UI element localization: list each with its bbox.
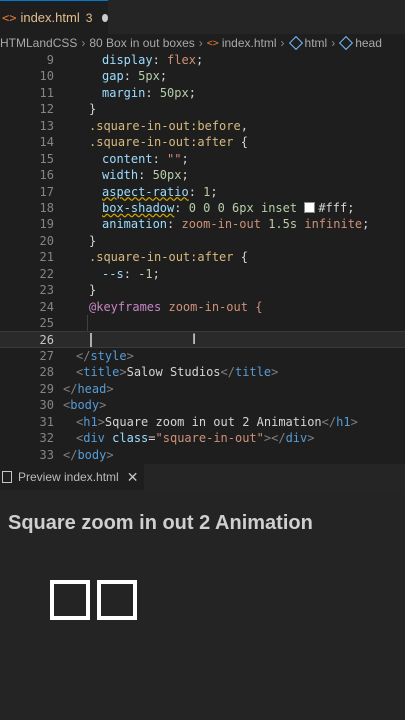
breadcrumb-folder[interactable]: HTMLandCSS (0, 36, 77, 50)
line-number: 31 (39, 414, 54, 429)
preview-pane: Square zoom in out 2 Animation (0, 490, 405, 720)
line-number: 9 (46, 53, 54, 67)
code-line: animation: zoom-in-out 1.5s infinite; (102, 217, 370, 232)
preview-tab-bar: Preview index.html ✕ (0, 464, 405, 490)
line-number: 16 (39, 168, 54, 183)
html-file-icon: <> (2, 10, 17, 25)
code-line: margin: 50px; (102, 85, 196, 100)
animated-square (97, 580, 137, 620)
code-line: --s: -1; (102, 266, 160, 281)
line-number: 12 (39, 102, 54, 117)
line-number: 23 (39, 283, 54, 298)
tab-preview[interactable]: Preview index.html ✕ (0, 464, 145, 490)
line-number: 33 (39, 447, 54, 462)
code-editor[interactable]: 9 display: flex; 10 gap: 5px; 11 margin: 50… (0, 52, 405, 464)
code-line: } (89, 233, 97, 248)
code-line: <body> (63, 398, 107, 413)
chevron-right-icon: › (81, 36, 86, 50)
animated-square (50, 580, 90, 620)
chevron-right-icon: › (280, 36, 285, 50)
breadcrumb-node[interactable]: html (305, 36, 328, 50)
code-line: <h1>Square zoom in out 2 Animation</h1> (76, 414, 358, 429)
line-number: 15 (39, 151, 54, 166)
line-number: 17 (39, 184, 54, 199)
code-line: content: ""; (102, 151, 189, 166)
code-line: gap: 5px; (102, 69, 168, 84)
code-line: </style> (76, 348, 134, 363)
line-number: 27 (39, 348, 54, 363)
html-file-icon: <> (206, 37, 219, 49)
symbol-element-icon (288, 35, 303, 51)
breadcrumb-file[interactable]: index.html (222, 36, 277, 50)
tab-index-html[interactable]: <> index.html 3 (0, 0, 108, 34)
tab-filename: index.html (20, 10, 80, 25)
code-line: box-shadow: 0 0 0 6px inset #fff; (102, 200, 355, 215)
code-line: aspect-ratio: 1; (102, 184, 218, 199)
code-line: .square-in-out:before, (89, 118, 248, 133)
active-line[interactable]: 26 I (0, 331, 405, 349)
color-swatch-icon[interactable] (304, 201, 316, 213)
code-line: } (89, 283, 97, 298)
line-number: 19 (39, 217, 54, 232)
line-number: 10 (39, 69, 54, 84)
code-line: </body> (63, 447, 114, 462)
line-number: 25 (39, 316, 54, 330)
code-line: .square-in-out:after { (89, 135, 248, 150)
code-line: @keyframes zoom-in-out { (89, 299, 263, 314)
code-line: </head> (63, 381, 114, 396)
line-number: 24 (39, 299, 54, 314)
code-line: width: 50px; (102, 168, 189, 183)
symbol-element-icon (339, 35, 354, 51)
code-line: .square-in-out:after { (89, 250, 248, 265)
close-icon[interactable]: ✕ (127, 469, 139, 486)
line-number: 14 (39, 135, 54, 150)
line-number: 13 (39, 118, 54, 133)
line-number: 21 (39, 250, 54, 265)
text-cursor (90, 333, 92, 348)
line-number: 32 (39, 431, 54, 446)
ibeam-cursor-icon: I (192, 332, 197, 349)
problem-count-badge: 3 (85, 10, 93, 25)
line-number: 29 (39, 381, 54, 396)
unsaved-dot-icon[interactable] (102, 13, 108, 22)
line-number: 20 (39, 233, 54, 248)
preview-heading: Square zoom in out 2 Animation (8, 512, 313, 534)
code-line: display: flex; (102, 53, 204, 67)
editor-tab-bar: <> index.html 3 (0, 0, 405, 34)
chevron-right-icon: › (198, 36, 203, 50)
line-number: 28 (39, 365, 54, 380)
breadcrumb-node[interactable]: head (355, 36, 382, 50)
line-number: 22 (39, 266, 54, 281)
line-number: 18 (39, 200, 54, 215)
preview-icon (2, 471, 12, 483)
breadcrumb: HTMLandCSS › 80 Box in out boxes › <> in… (0, 34, 405, 52)
code-line: } (89, 102, 97, 117)
code-line: <div class="square-in-out"></div> (76, 431, 315, 446)
code-line: <title>Salow Studios</title> (76, 365, 279, 380)
line-number: 26 (39, 333, 54, 348)
line-number: 11 (39, 85, 54, 100)
chevron-right-icon: › (331, 36, 336, 50)
preview-tab-label: Preview index.html (18, 470, 119, 484)
breadcrumb-folder[interactable]: 80 Box in out boxes (89, 36, 194, 50)
line-number: 30 (39, 398, 54, 413)
